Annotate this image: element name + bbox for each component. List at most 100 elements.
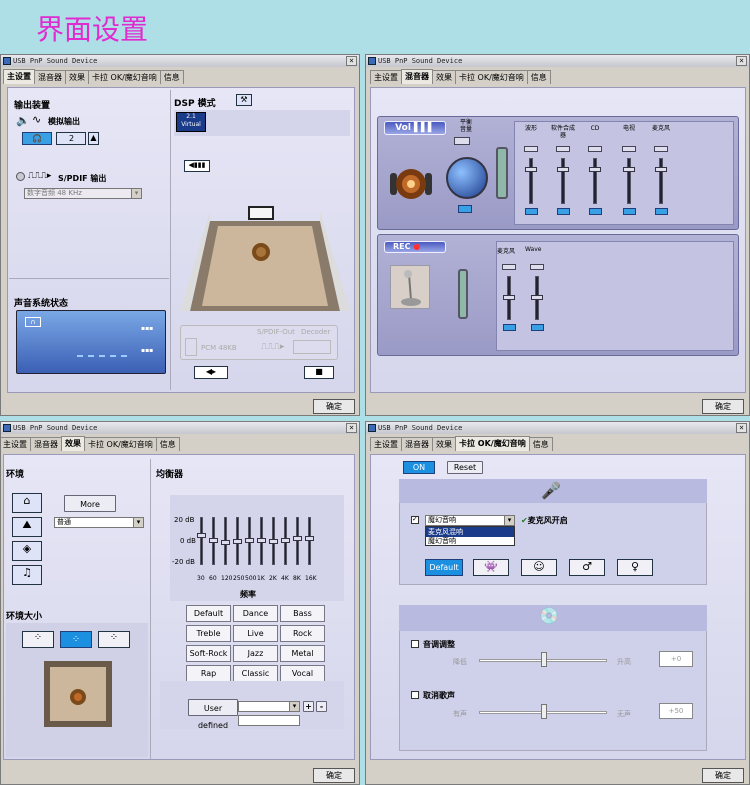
- eq-band-handle[interactable]: [209, 538, 218, 543]
- balance-slider[interactable]: [454, 137, 470, 145]
- eq-preset-button[interactable]: Live: [233, 625, 278, 642]
- tab-karaoke[interactable]: 卡拉 OK/魔幻音响: [84, 437, 157, 451]
- eq-band-handle[interactable]: [245, 538, 254, 543]
- close-button[interactable]: ×: [736, 56, 747, 66]
- eq-preset-button[interactable]: Soft-Rock: [186, 645, 231, 662]
- remove-preset-button[interactable]: -: [316, 701, 327, 712]
- speaker-settings-icon[interactable]: ▲: [88, 132, 99, 145]
- tab-effects[interactable]: 效果: [432, 70, 456, 84]
- eq-band-handle[interactable]: [293, 536, 302, 541]
- speaker-count-button[interactable]: 2: [56, 132, 86, 145]
- eq-preset-button[interactable]: Bass: [280, 605, 325, 622]
- spdif-select[interactable]: 数字音频 48 KHz: [24, 188, 142, 199]
- eq-preset-button[interactable]: Rap: [186, 665, 231, 682]
- channel-mute-button[interactable]: [655, 208, 668, 215]
- tab-main[interactable]: 主设置: [370, 437, 402, 451]
- vocal-value-field[interactable]: +50: [659, 703, 693, 719]
- eq-preset-button[interactable]: Treble: [186, 625, 231, 642]
- stop-button[interactable]: ■: [304, 366, 334, 379]
- size-large-button[interactable]: ⁘: [98, 631, 130, 648]
- tab-info[interactable]: 信息: [159, 70, 184, 84]
- ok-button[interactable]: 确定: [702, 768, 744, 783]
- eq-band-handle[interactable]: [257, 538, 266, 543]
- master-volume-knob[interactable]: [446, 157, 488, 199]
- close-button[interactable]: ×: [346, 56, 357, 66]
- eq-preset-button[interactable]: Vocal: [280, 665, 325, 682]
- vocal-slider-handle[interactable]: [541, 704, 547, 719]
- tab-effects[interactable]: 效果: [61, 436, 85, 451]
- spdif-radio[interactable]: [16, 172, 25, 181]
- eq-preset-button[interactable]: Rock: [280, 625, 325, 642]
- rec-select-button[interactable]: [503, 324, 516, 331]
- mountain-icon[interactable]: ⛰: [12, 517, 42, 537]
- speaker-level-icon[interactable]: ◀▮▮▮: [184, 160, 210, 172]
- pitch-checkbox[interactable]: [411, 640, 419, 648]
- close-button[interactable]: ×: [736, 423, 747, 433]
- tab-effects[interactable]: 效果: [432, 437, 456, 451]
- magic-voice-select[interactable]: 魔幻音响: [425, 515, 515, 526]
- eq-band-handle[interactable]: [305, 536, 314, 541]
- tab-karaoke[interactable]: 卡拉 OK/魔幻音响: [455, 70, 528, 84]
- eq-preset-button[interactable]: Dance: [233, 605, 278, 622]
- tab-effects[interactable]: 效果: [65, 70, 89, 84]
- reset-button[interactable]: Reset: [447, 461, 483, 474]
- tab-mixer[interactable]: 混音器: [30, 437, 62, 451]
- male-voice-icon[interactable]: ♂: [569, 559, 605, 576]
- tab-main[interactable]: 主设置: [1, 437, 31, 451]
- concert-icon[interactable]: ♫: [12, 565, 42, 585]
- add-preset-button[interactable]: +: [303, 701, 314, 712]
- eq-band-handle[interactable]: [269, 539, 278, 544]
- vocal-cancel-checkbox[interactable]: [411, 691, 419, 699]
- play-test-button[interactable]: ◀▸: [194, 366, 228, 379]
- channel-volume-handle[interactable]: [623, 167, 635, 172]
- cartoon-voice-icon[interactable]: ☺: [521, 559, 557, 576]
- channel-balance-slider[interactable]: [622, 146, 636, 152]
- user-defined-button[interactable]: User defined: [188, 699, 238, 730]
- eq-band-handle[interactable]: [281, 538, 290, 543]
- tab-main[interactable]: 主设置: [3, 69, 35, 84]
- more-options-button[interactable]: More options: [64, 495, 116, 526]
- eq-preset-button[interactable]: Default: [186, 605, 231, 622]
- tab-mixer[interactable]: 混音器: [34, 70, 66, 84]
- channel-mute-button[interactable]: [589, 208, 602, 215]
- environment-select[interactable]: 普通: [54, 517, 144, 528]
- ok-button[interactable]: 确定: [702, 399, 744, 414]
- eq-band-handle[interactable]: [221, 540, 230, 545]
- close-button[interactable]: ×: [346, 423, 357, 433]
- eq-band-handle[interactable]: [233, 539, 242, 544]
- rec-volume-handle[interactable]: [531, 295, 543, 300]
- channel-balance-slider[interactable]: [524, 146, 538, 152]
- default-voice-button[interactable]: Default: [425, 559, 463, 576]
- channel-balance-slider[interactable]: [588, 146, 602, 152]
- pitch-slider-handle[interactable]: [541, 652, 547, 667]
- size-small-button[interactable]: ⁘: [22, 631, 54, 648]
- rec-balance-slider[interactable]: [502, 264, 516, 270]
- tab-mixer[interactable]: 混音器: [401, 437, 433, 451]
- stage-icon[interactable]: ◈: [12, 541, 42, 561]
- tab-karaoke[interactable]: 卡拉 OK/魔幻音响: [88, 70, 161, 84]
- channel-balance-slider[interactable]: [556, 146, 570, 152]
- master-mute-button[interactable]: [458, 205, 472, 213]
- eq-preset-button[interactable]: Metal: [280, 645, 325, 662]
- tab-info[interactable]: 信息: [155, 437, 180, 451]
- pitch-value-field[interactable]: +0: [659, 651, 693, 667]
- dsp-tool-icon[interactable]: ⚒: [236, 94, 252, 106]
- dropdown-option[interactable]: 魔幻音响: [426, 536, 456, 546]
- tab-mixer[interactable]: 混音器: [401, 69, 433, 84]
- channel-volume-handle[interactable]: [525, 167, 537, 172]
- house-icon[interactable]: ⌂: [12, 493, 42, 513]
- channel-balance-slider[interactable]: [654, 146, 668, 152]
- rec-balance-slider[interactable]: [530, 264, 544, 270]
- female-voice-icon[interactable]: ♀: [617, 559, 653, 576]
- eq-band-handle[interactable]: [197, 533, 206, 538]
- dsp-mode-box[interactable]: 2.1 Virtual: [176, 112, 206, 132]
- channel-mute-button[interactable]: [557, 208, 570, 215]
- channel-volume-handle[interactable]: [655, 167, 667, 172]
- tab-main[interactable]: 主设置: [370, 70, 402, 84]
- tab-karaoke[interactable]: 卡拉 OK/魔幻音响: [455, 436, 530, 451]
- eq-preset-button[interactable]: Jazz: [233, 645, 278, 662]
- headphone-button[interactable]: 🎧: [22, 132, 52, 145]
- eq-preset-button[interactable]: Classic: [233, 665, 278, 682]
- ok-button[interactable]: 确定: [313, 399, 355, 414]
- magic-voice-checkbox[interactable]: ✓: [411, 515, 419, 524]
